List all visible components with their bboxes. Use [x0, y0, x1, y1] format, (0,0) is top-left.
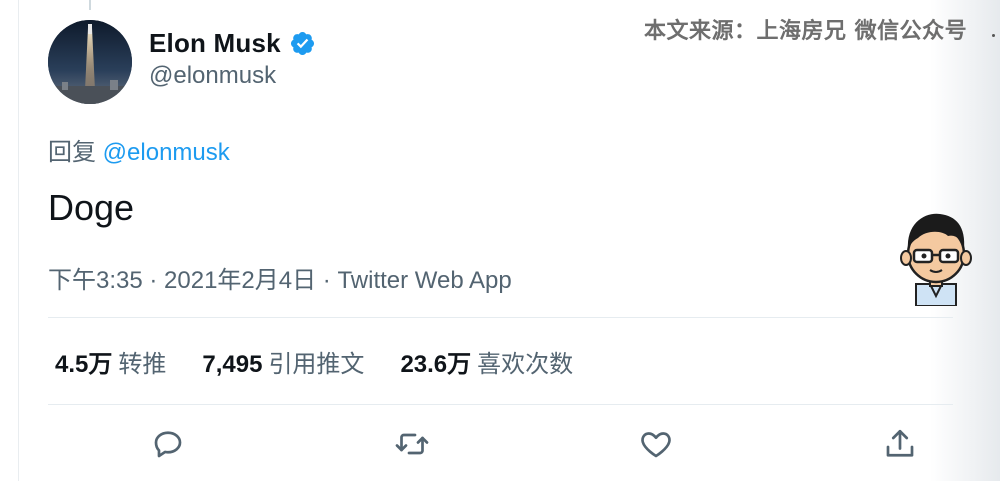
author-name-row[interactable]: Elon Musk: [149, 28, 316, 59]
edge-dot: [992, 34, 995, 37]
like-button[interactable]: [636, 424, 676, 464]
quote-count-value: 7,495: [202, 351, 263, 378]
tweet-text: Doge: [48, 187, 135, 228]
retweet-icon: [395, 433, 429, 455]
share-icon: [886, 429, 914, 457]
like-count[interactable]: 23.6万 喜欢次数: [400, 344, 573, 379]
reply-mention-link[interactable]: @elonmusk: [103, 139, 230, 166]
like-icon: [641, 432, 671, 458]
retweet-count[interactable]: 4.5万 转推: [55, 344, 166, 379]
retweet-count-label: 转推: [118, 351, 167, 378]
thread-connector: [89, 0, 91, 10]
reply-prefix: 回复: [48, 139, 96, 166]
like-count-value: 23.6万: [400, 351, 472, 378]
reply-button[interactable]: [148, 424, 188, 464]
engagement-stats: 4.5万 转推 7,495 引用推文 23.6万 喜欢次数: [55, 344, 609, 379]
divider-top: [48, 317, 953, 318]
share-button[interactable]: [880, 424, 920, 464]
verified-badge-icon: [289, 30, 316, 57]
retweet-button[interactable]: [392, 424, 432, 464]
action-bar: [0, 424, 1000, 468]
divider-bottom: [48, 404, 953, 405]
cartoon-mascot-sticker: [896, 204, 976, 307]
author-avatar[interactable]: [48, 20, 132, 104]
thread-border: [18, 0, 19, 481]
watermark-text: 本文来源：上海房兄 微信公众号: [644, 19, 968, 44]
author-display-name[interactable]: Elon Musk: [149, 28, 281, 59]
reply-context: 回复 @elonmusk: [48, 132, 230, 167]
quote-count[interactable]: 7,495 引用推文: [202, 344, 364, 379]
quote-count-label: 引用推文: [268, 351, 365, 378]
author-handle[interactable]: @elonmusk: [149, 62, 276, 90]
tweet-timestamp-source[interactable]: 下午3:35 · 2021年2月4日 · Twitter Web App: [48, 260, 512, 295]
reply-icon: [154, 431, 182, 458]
like-count-label: 喜欢次数: [477, 351, 574, 378]
retweet-count-value: 4.5万: [55, 351, 113, 378]
